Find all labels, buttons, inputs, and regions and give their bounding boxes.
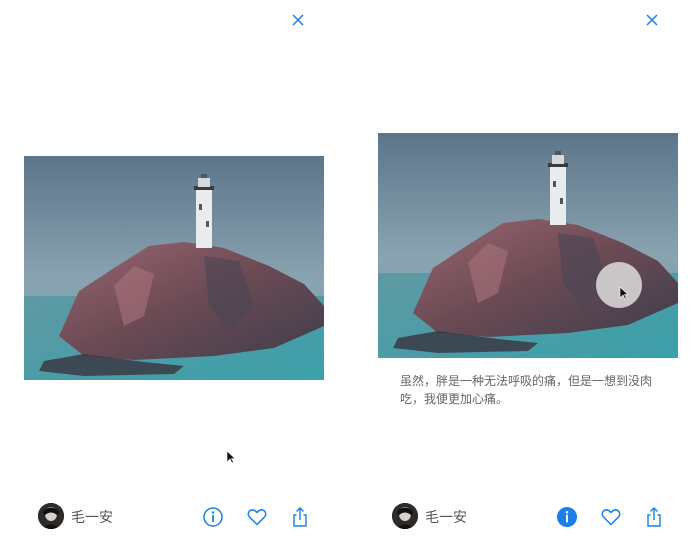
close-button[interactable] [642,10,662,30]
bottom-toolbar: 毛一安 [0,500,350,534]
close-button[interactable] [288,10,308,30]
info-button[interactable] [201,505,225,529]
photo-viewer-panel-left: 毛一安 [0,0,350,538]
photo-lighthouse[interactable] [24,156,324,380]
arrow-cursor-icon [619,286,629,300]
share-button[interactable] [642,505,666,529]
lighthouse-image [24,156,324,380]
share-icon [647,507,661,527]
info-button[interactable] [555,505,579,529]
close-icon [292,14,304,26]
info-outline-icon [203,507,223,527]
photo-viewer-panel-right: 虽然，胖是一种无法呼吸的痛，但是一想到没肉吃，我便更加心痛。 毛一安 [354,0,700,538]
photo-lighthouse[interactable] [378,133,678,358]
avatar-image [392,503,418,529]
avatar[interactable] [38,503,64,529]
share-icon [293,507,307,527]
mouse-cursor [619,285,629,300]
heart-outline-icon [601,509,621,526]
lighthouse-image [378,133,678,358]
bottom-toolbar: 毛一安 [354,500,700,534]
avatar[interactable] [392,503,418,529]
avatar-image [38,503,64,529]
like-button[interactable] [599,505,623,529]
photo-caption: 虽然，胖是一种无法呼吸的痛，但是一想到没肉吃，我便更加心痛。 [400,374,653,406]
mouse-cursor [226,449,236,464]
info-filled-icon [557,507,577,527]
author-name[interactable]: 毛一安 [425,507,467,527]
arrow-cursor-icon [226,450,236,464]
share-button[interactable] [288,505,312,529]
like-button[interactable] [245,505,269,529]
author-name[interactable]: 毛一安 [71,507,113,527]
heart-outline-icon [247,509,267,526]
close-icon [646,14,658,26]
